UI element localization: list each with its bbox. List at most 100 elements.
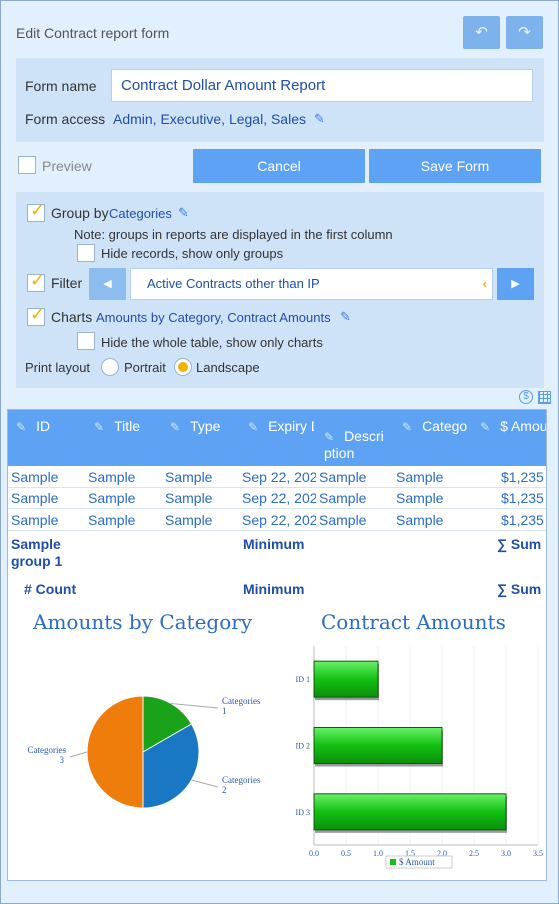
pie-slice-label: Categories 1 — [222, 696, 261, 716]
check-icon: ✓ — [30, 200, 46, 220]
preview-checkbox[interactable] — [18, 156, 36, 174]
y-tick-label: ID 2 — [296, 742, 310, 751]
portrait-radio[interactable] — [101, 358, 119, 376]
form-name-input[interactable]: Contract Dollar Amount Report — [111, 69, 533, 102]
redo-icon: ↷ — [518, 24, 531, 41]
cell: $1,235 — [501, 512, 544, 528]
x-tick-label: 2.5 — [469, 849, 479, 858]
filter-next-button[interactable]: ▶ — [497, 268, 534, 300]
group-by-value[interactable]: Categories — [109, 206, 172, 221]
filter-value: Active Contracts other than IP — [147, 276, 320, 291]
report-options-panel: ✓ Group by Categories ✎ Note: groups in … — [16, 192, 544, 388]
cell: Sample — [88, 512, 136, 528]
table-header: ✎ID ✎Title ✎Type ✎Expiry D ✎Descri ption… — [8, 410, 546, 466]
column-header-amount[interactable]: ✎ $ Amou — [480, 418, 546, 434]
check-icon: ✓ — [30, 304, 46, 324]
cell: Sample — [88, 469, 136, 485]
cell: Sample — [396, 469, 444, 485]
column-header-type[interactable]: ✎ Type — [170, 418, 220, 434]
pencil-icon[interactable]: ✎ — [324, 430, 334, 444]
edit-access-pencil-icon[interactable]: ✎ — [314, 111, 325, 127]
edit-charts-pencil-icon[interactable]: ✎ — [340, 309, 351, 325]
pencil-icon[interactable]: ✎ — [248, 420, 258, 434]
column-header-category[interactable]: ✎ Catego — [402, 418, 467, 434]
cell: Sample — [11, 512, 59, 528]
dialog-frame: Edit Contract report form ↶ ↷ Form name … — [0, 0, 559, 904]
form-access-value[interactable]: Admin, Executive, Legal, Sales — [113, 111, 306, 127]
cell: Sample — [396, 512, 444, 528]
bar — [313, 793, 507, 831]
legend-swatch — [390, 859, 396, 865]
cell: Sample — [165, 490, 213, 506]
cell: Sep 22, 202 — [242, 469, 316, 485]
save-form-button[interactable]: Save Form — [369, 149, 541, 183]
pie-leader-line — [69, 751, 88, 758]
count-total: # Count — [24, 581, 77, 597]
grid-table-icon[interactable] — [538, 391, 551, 404]
pencil-icon[interactable]: ✎ — [402, 420, 412, 434]
cell: Sample — [319, 469, 367, 485]
report-preview: ✎ID ✎Title ✎Type ✎Expiry D ✎Descri ption… — [7, 409, 547, 881]
cell: Sample — [11, 490, 59, 506]
cell: Sep 22, 202 — [242, 490, 316, 506]
pie-slice-label: Categories 2 — [222, 775, 261, 795]
hide-table-label: Hide the whole table, show only charts — [101, 335, 323, 350]
pie-leader-line — [191, 779, 219, 788]
print-layout-label: Print layout — [25, 360, 91, 375]
cell: Sample — [396, 490, 444, 506]
pie-chart: Categories 1 Categories 2 Categories 3 — [28, 695, 261, 809]
cell: Sample — [11, 469, 59, 485]
form-info-panel: Form name Contract Dollar Amount Report … — [16, 58, 544, 142]
pencil-icon[interactable]: ✎ — [480, 420, 490, 434]
landscape-label: Landscape — [196, 360, 260, 375]
group-note: Note: groups in reports are displayed in… — [74, 227, 393, 242]
filter-prev-button[interactable]: ◀ — [89, 268, 126, 300]
cancel-button[interactable]: Cancel — [193, 149, 365, 183]
group-minimum: Minimum — [243, 536, 305, 552]
group-by-label: Group by — [51, 205, 109, 221]
filter-select[interactable]: Active Contracts other than IP ‹ — [130, 268, 493, 300]
column-header-id[interactable]: ✎ ID — [16, 418, 50, 434]
charts-checkbox[interactable]: ✓ — [27, 304, 45, 326]
y-tick-label: ID 3 — [296, 808, 310, 817]
y-tick-label: ID 1 — [296, 675, 310, 684]
pencil-icon[interactable]: ✎ — [94, 420, 104, 434]
undo-icon: ↶ — [475, 24, 488, 41]
column-header-description[interactable]: ✎ Descri ption — [324, 428, 384, 461]
cell: Sample — [165, 512, 213, 528]
chevron-left-icon: ‹ — [482, 276, 487, 291]
column-header-title[interactable]: ✎ Title — [94, 418, 140, 434]
filter-label: Filter — [51, 275, 83, 291]
triangle-left-icon: ◀ — [103, 278, 112, 290]
hide-table-checkbox[interactable] — [77, 332, 95, 350]
table-row: Sample Sample Sample Sep 22, 202 Sample … — [8, 488, 546, 509]
landscape-radio[interactable] — [174, 358, 192, 376]
pie-slice — [86, 695, 144, 809]
filter-checkbox[interactable]: ✓ — [27, 270, 45, 292]
redo-button[interactable]: ↷ — [506, 16, 543, 49]
hide-records-checkbox[interactable] — [77, 244, 95, 262]
column-header-expiry[interactable]: ✎Expiry D — [248, 418, 314, 434]
x-tick-label: 0.5 — [341, 849, 351, 858]
bar — [313, 727, 443, 764]
x-tick-label: 3.0 — [501, 849, 511, 858]
pencil-icon[interactable]: ✎ — [170, 420, 180, 434]
group-label: Sample group 1 — [11, 536, 63, 569]
group-by-checkbox[interactable]: ✓ — [27, 200, 45, 222]
pencil-icon[interactable]: ✎ — [16, 420, 26, 434]
check-icon: ✓ — [30, 270, 46, 290]
table-row: Sample Sample Sample Sep 22, 202 Sample … — [8, 467, 546, 488]
edit-group-pencil-icon[interactable]: ✎ — [178, 205, 189, 221]
triangle-right-icon: ▶ — [511, 278, 520, 290]
preview-label: Preview — [42, 158, 92, 174]
cell: Sample — [319, 512, 367, 528]
undo-button[interactable]: ↶ — [463, 16, 500, 49]
bar-chart-title: Contract Amounts — [321, 610, 506, 634]
group-sum: ∑ Sum — [497, 536, 542, 552]
minimum-total: Minimum — [243, 581, 305, 597]
charts-value[interactable]: Amounts by Category, Contract Amounts — [96, 310, 331, 325]
cell: $1,235 — [501, 490, 544, 506]
charts-label: Charts — [51, 309, 93, 325]
x-tick-label: 3.5 — [533, 849, 543, 858]
dollar-icon[interactable]: $ — [519, 390, 533, 404]
